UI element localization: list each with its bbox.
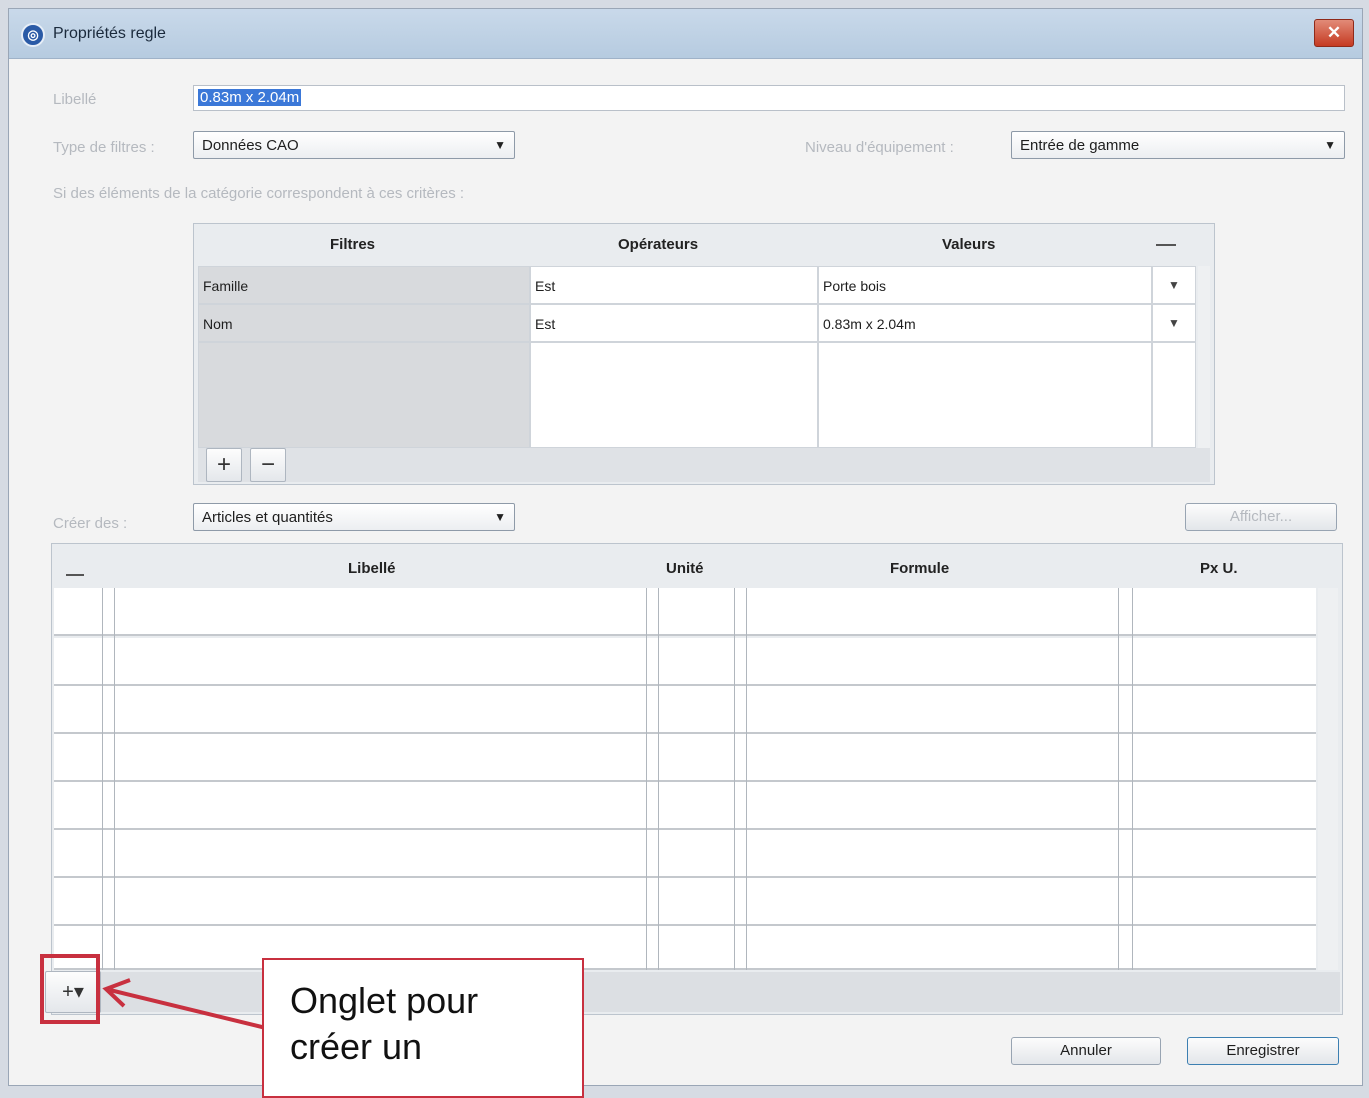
- table-cell[interactable]: Est: [530, 304, 818, 342]
- table-row[interactable]: [54, 782, 1316, 830]
- type-filtres-value: Données CAO: [202, 137, 299, 154]
- libelle-label: Libellé: [53, 91, 97, 108]
- niveau-label: Niveau d'équipement :: [805, 139, 954, 156]
- creer-label: Créer des :: [53, 515, 128, 532]
- creer-value: Articles et quantités: [202, 509, 333, 526]
- app-icon: ◎: [21, 23, 45, 47]
- chevron-down-icon: ▼: [1324, 138, 1336, 152]
- column-divider: [1118, 588, 1119, 970]
- empty-row[interactable]: [1152, 342, 1196, 448]
- table-row[interactable]: [54, 830, 1316, 878]
- column-divider: [658, 588, 659, 970]
- column-header-unite: Unité: [666, 560, 704, 577]
- properties-dialog: ◎ Propriétés regle ✕ Libellé 0.83m x 2.0…: [8, 8, 1363, 1086]
- empty-row[interactable]: [818, 342, 1152, 448]
- table-cell[interactable]: 0.83m x 2.04m: [818, 304, 1152, 342]
- table-cell[interactable]: Famille: [198, 266, 530, 304]
- callout-line-1: Onglet pour: [290, 980, 479, 1021]
- column-divider: [114, 588, 115, 970]
- table-cell[interactable]: Nom: [198, 304, 530, 342]
- cancel-button[interactable]: Annuler: [1011, 1037, 1161, 1065]
- column-header-px-u: Px U.: [1200, 560, 1238, 577]
- title-bar: ◎ Propriétés regle ✕: [9, 9, 1362, 59]
- column-header-filtres: Filtres: [330, 236, 376, 253]
- chevron-down-icon: ▼: [494, 510, 506, 524]
- table-row[interactable]: [54, 878, 1316, 926]
- column-divider: [1132, 588, 1133, 970]
- callout-text: Onglet pour créer un: [290, 978, 478, 1070]
- column-divider: [734, 588, 735, 970]
- dropdown-arrow-icon[interactable]: ▼: [1152, 266, 1196, 304]
- remove-filter-button[interactable]: −: [250, 448, 286, 482]
- filter-grid: Filtres Opérateurs Valeurs Famille Est P…: [193, 223, 1215, 485]
- save-button[interactable]: Enregistrer: [1187, 1037, 1339, 1065]
- column-header-libelle: Libellé: [348, 560, 396, 577]
- table-cell[interactable]: Porte bois: [818, 266, 1152, 304]
- type-filtres-select[interactable]: Données CAO ▼: [193, 131, 515, 159]
- empty-row[interactable]: [198, 342, 530, 448]
- table-row[interactable]: [54, 588, 1316, 636]
- table-cell[interactable]: Est: [530, 266, 818, 304]
- add-filter-button[interactable]: +: [206, 448, 242, 482]
- libelle-value: 0.83m x 2.04m: [198, 89, 302, 106]
- dropdown-arrow-icon[interactable]: ▼: [1152, 304, 1196, 342]
- column-header-operateurs: Opérateurs: [618, 236, 699, 253]
- callout-line-2: créer un: [290, 1026, 423, 1067]
- collapse-icon[interactable]: [1156, 244, 1176, 246]
- table-row[interactable]: [54, 926, 1316, 970]
- close-button[interactable]: ✕: [1314, 19, 1354, 47]
- collapse-icon[interactable]: [66, 574, 84, 576]
- column-divider: [646, 588, 647, 970]
- highlight-box: [40, 954, 100, 1024]
- column-divider: [746, 588, 747, 970]
- libelle-input[interactable]: 0.83m x 2.04m: [193, 85, 1345, 111]
- table-row[interactable]: [54, 686, 1316, 734]
- column-header-valeurs: Valeurs: [942, 236, 996, 253]
- criteria-text: Si des éléments de la catégorie correspo…: [53, 185, 465, 202]
- afficher-button[interactable]: Afficher...: [1185, 503, 1337, 531]
- table-row[interactable]: [54, 638, 1316, 686]
- scrollbar[interactable]: [1198, 266, 1210, 448]
- creer-select[interactable]: Articles et quantités ▼: [193, 503, 515, 531]
- window-title: Propriétés regle: [53, 25, 166, 42]
- callout-box: Onglet pour créer un: [262, 958, 584, 1098]
- niveau-value: Entrée de gamme: [1020, 137, 1140, 154]
- type-filtres-label: Type de filtres :: [53, 139, 155, 156]
- table-row[interactable]: [54, 734, 1316, 782]
- empty-row[interactable]: [530, 342, 818, 448]
- callout-arrow-icon: [102, 978, 267, 1030]
- chevron-down-icon: ▼: [494, 138, 506, 152]
- column-divider: [102, 588, 103, 970]
- column-header-formule: Formule: [890, 560, 950, 577]
- article-grid: Libellé Unité Formule Px U.: [51, 543, 1343, 1015]
- grid-toolbar: + −: [198, 448, 1210, 482]
- scrollbar[interactable]: [1318, 588, 1338, 970]
- niveau-select[interactable]: Entrée de gamme ▼: [1011, 131, 1345, 159]
